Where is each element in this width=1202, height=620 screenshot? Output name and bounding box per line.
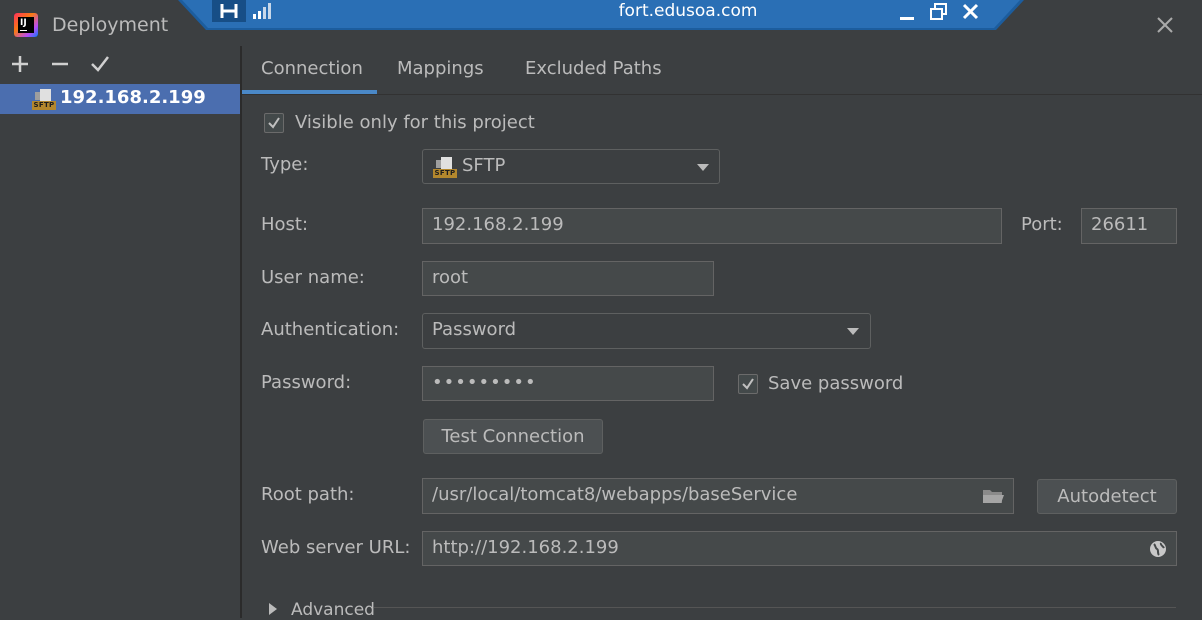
signal-icon <box>253 3 271 19</box>
window-title: Deployment <box>52 14 169 36</box>
sftp-icon: SFTP <box>32 88 56 110</box>
chevron-down-icon <box>847 328 859 335</box>
sftp-badge-text: SFTP <box>433 169 457 178</box>
visible-only-label: Visible only for this project <box>295 112 535 133</box>
web-url-value: http://192.168.2.199 <box>432 537 619 558</box>
globe-icon[interactable] <box>1148 539 1168 559</box>
add-server-button[interactable] <box>8 52 32 76</box>
remote-session-bar: fort.edusoa.com <box>178 0 1024 30</box>
settings-tabs: Connection Mappings Excluded Paths <box>242 46 1202 95</box>
intellij-app-icon: IJ <box>14 13 38 37</box>
advanced-section-label[interactable]: Advanced <box>291 600 375 620</box>
advanced-divider <box>374 607 1176 608</box>
auth-label: Authentication: <box>261 319 400 340</box>
save-password-checkbox[interactable] <box>738 374 758 394</box>
minimize-remote-button[interactable] <box>896 4 918 22</box>
type-select[interactable]: SFTP SFTP <box>422 149 720 184</box>
web-url-input[interactable]: http://192.168.2.199 <box>422 531 1177 566</box>
active-tab-indicator <box>242 90 377 94</box>
host-label: Host: <box>261 214 309 235</box>
sftp-icon: SFTP <box>433 156 457 178</box>
username-label: User name: <box>261 267 365 288</box>
check-icon <box>268 117 280 129</box>
tab-connection[interactable]: Connection <box>261 58 363 79</box>
server-list-panel: SFTP 192.168.2.199 <box>0 46 242 618</box>
web-url-label: Web server URL: <box>261 537 411 558</box>
type-label: Type: <box>261 154 309 175</box>
auth-select[interactable]: Password <box>422 313 871 349</box>
visible-only-checkbox[interactable] <box>264 113 284 133</box>
close-remote-button[interactable] <box>960 2 982 22</box>
tab-excluded-paths[interactable]: Excluded Paths <box>525 58 662 79</box>
remote-host-title: fort.edusoa.com <box>618 1 758 21</box>
test-connection-button[interactable]: Test Connection <box>423 419 603 454</box>
folder-icon[interactable] <box>981 487 1005 505</box>
plus-icon <box>12 56 28 72</box>
close-window-button[interactable] <box>1152 12 1178 38</box>
root-path-input[interactable]: /usr/local/tomcat8/webapps/baseService <box>422 478 1014 514</box>
check-icon <box>91 56 109 72</box>
pin-icon <box>220 4 238 18</box>
server-name: 192.168.2.199 <box>60 87 206 108</box>
pin-button[interactable] <box>212 0 246 22</box>
host-input[interactable]: 192.168.2.199 <box>422 208 1002 244</box>
save-password-label: Save password <box>768 373 904 394</box>
type-value: SFTP <box>462 155 506 176</box>
autodetect-button[interactable]: Autodetect <box>1037 479 1177 514</box>
remove-server-button[interactable] <box>48 52 72 76</box>
tab-mappings[interactable]: Mappings <box>397 58 484 79</box>
password-input[interactable]: ••••••••• <box>422 366 714 401</box>
auth-value: Password <box>432 319 517 340</box>
password-label: Password: <box>261 372 352 393</box>
username-input[interactable]: root <box>422 261 714 296</box>
root-path-value: /usr/local/tomcat8/webapps/baseService <box>432 484 798 505</box>
chevron-down-icon <box>697 164 709 171</box>
sftp-badge-text: SFTP <box>32 101 56 110</box>
server-list-item[interactable]: SFTP 192.168.2.199 <box>0 84 240 114</box>
check-icon <box>742 378 754 390</box>
expand-triangle-icon[interactable] <box>268 602 278 616</box>
root-path-label: Root path: <box>261 484 355 505</box>
restore-remote-button[interactable] <box>928 2 950 22</box>
port-label: Port: <box>1021 214 1063 235</box>
close-icon <box>1157 17 1173 33</box>
server-toolbar <box>0 46 240 82</box>
port-input[interactable]: 26611 <box>1081 208 1177 244</box>
minus-icon <box>52 62 68 66</box>
set-default-button[interactable] <box>88 52 112 76</box>
